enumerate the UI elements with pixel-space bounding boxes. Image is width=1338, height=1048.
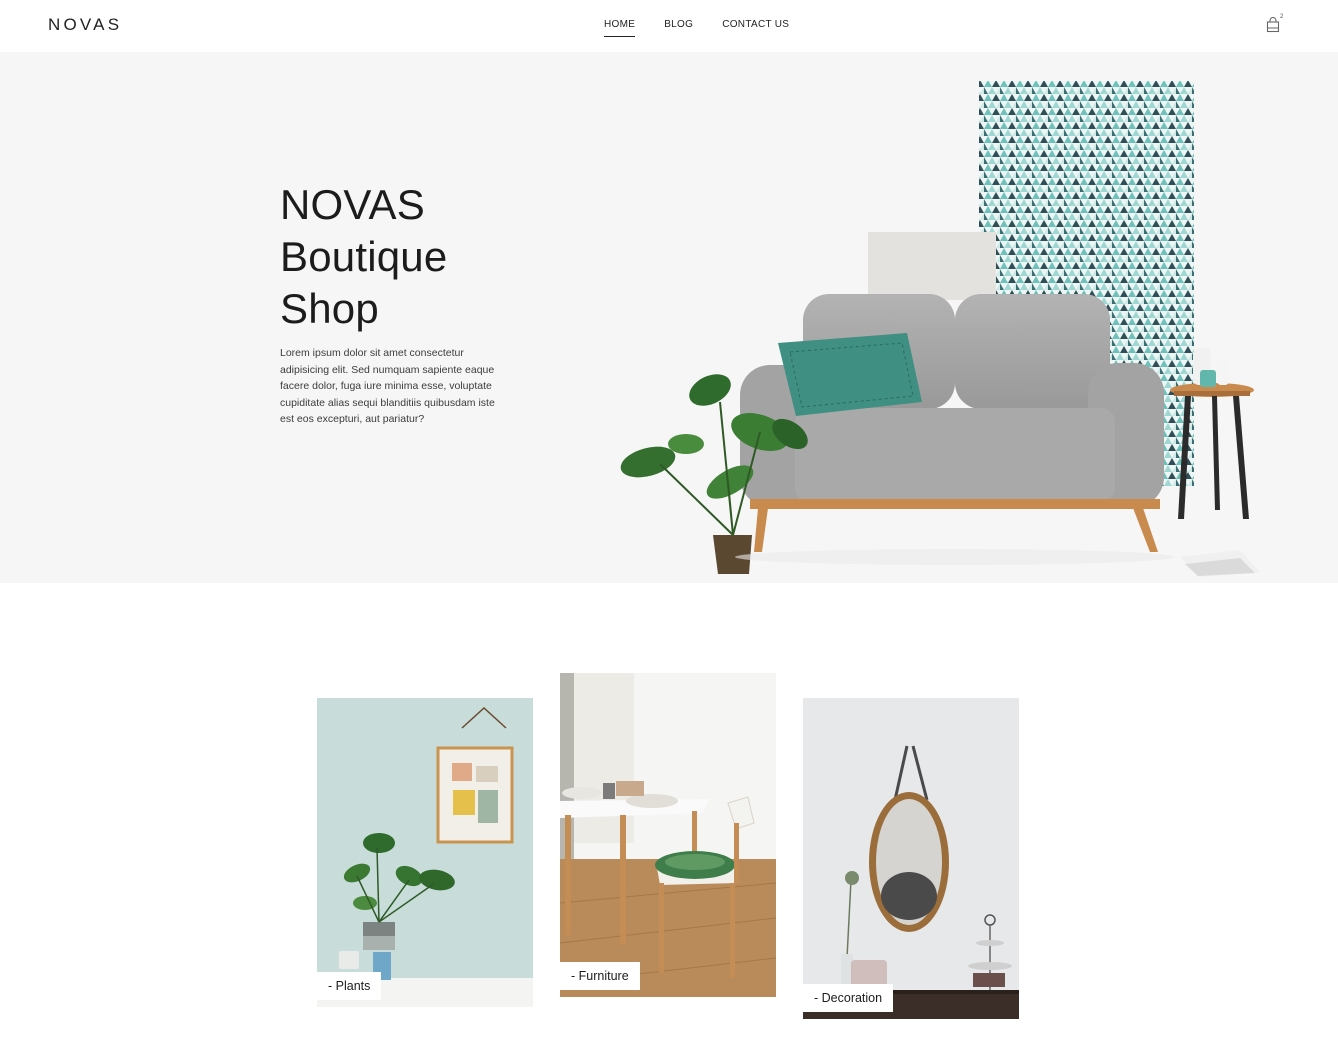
plants-image [317, 698, 533, 1007]
nav-item-blog[interactable]: BLOG [664, 19, 693, 30]
category-card-decoration[interactable]: - Decoration [803, 698, 1019, 1019]
hero-section: NOVAS Boutique Shop Lorem ipsum dolor si… [0, 52, 1338, 583]
hero-sofa-image [620, 81, 1260, 577]
category-card-furniture[interactable]: - Furniture [560, 673, 776, 997]
hero-description: Lorem ipsum dolor sit amet consectetur a… [280, 347, 495, 426]
category-card-plants[interactable]: - Plants [317, 698, 533, 1007]
cart-count-badge: 2 [1280, 14, 1284, 20]
nav-item-home[interactable]: HOME [604, 19, 636, 37]
hero-title-line-2: Boutique [280, 233, 448, 280]
category-label-decoration: - Decoration [803, 984, 894, 1012]
hero-title-line-3: Shop [280, 285, 379, 332]
decoration-image [803, 698, 1019, 1019]
hero-title-line-1: NOVAS [280, 181, 425, 228]
site-header: NOVAS HOME BLOG CONTACT US 2 [0, 0, 1338, 52]
shopping-bag-icon [1266, 17, 1280, 33]
category-label-plants: - Plants [317, 972, 382, 1000]
cart-button[interactable]: 2 [1266, 14, 1286, 35]
category-label-furniture: - Furniture [560, 962, 640, 990]
furniture-image [560, 673, 776, 997]
main-nav: HOME BLOG CONTACT US [604, 19, 789, 37]
nav-item-contact-us[interactable]: CONTACT US [722, 19, 789, 30]
hero-title: NOVAS Boutique Shop [280, 179, 540, 335]
site-logo[interactable]: NOVAS [48, 15, 122, 35]
